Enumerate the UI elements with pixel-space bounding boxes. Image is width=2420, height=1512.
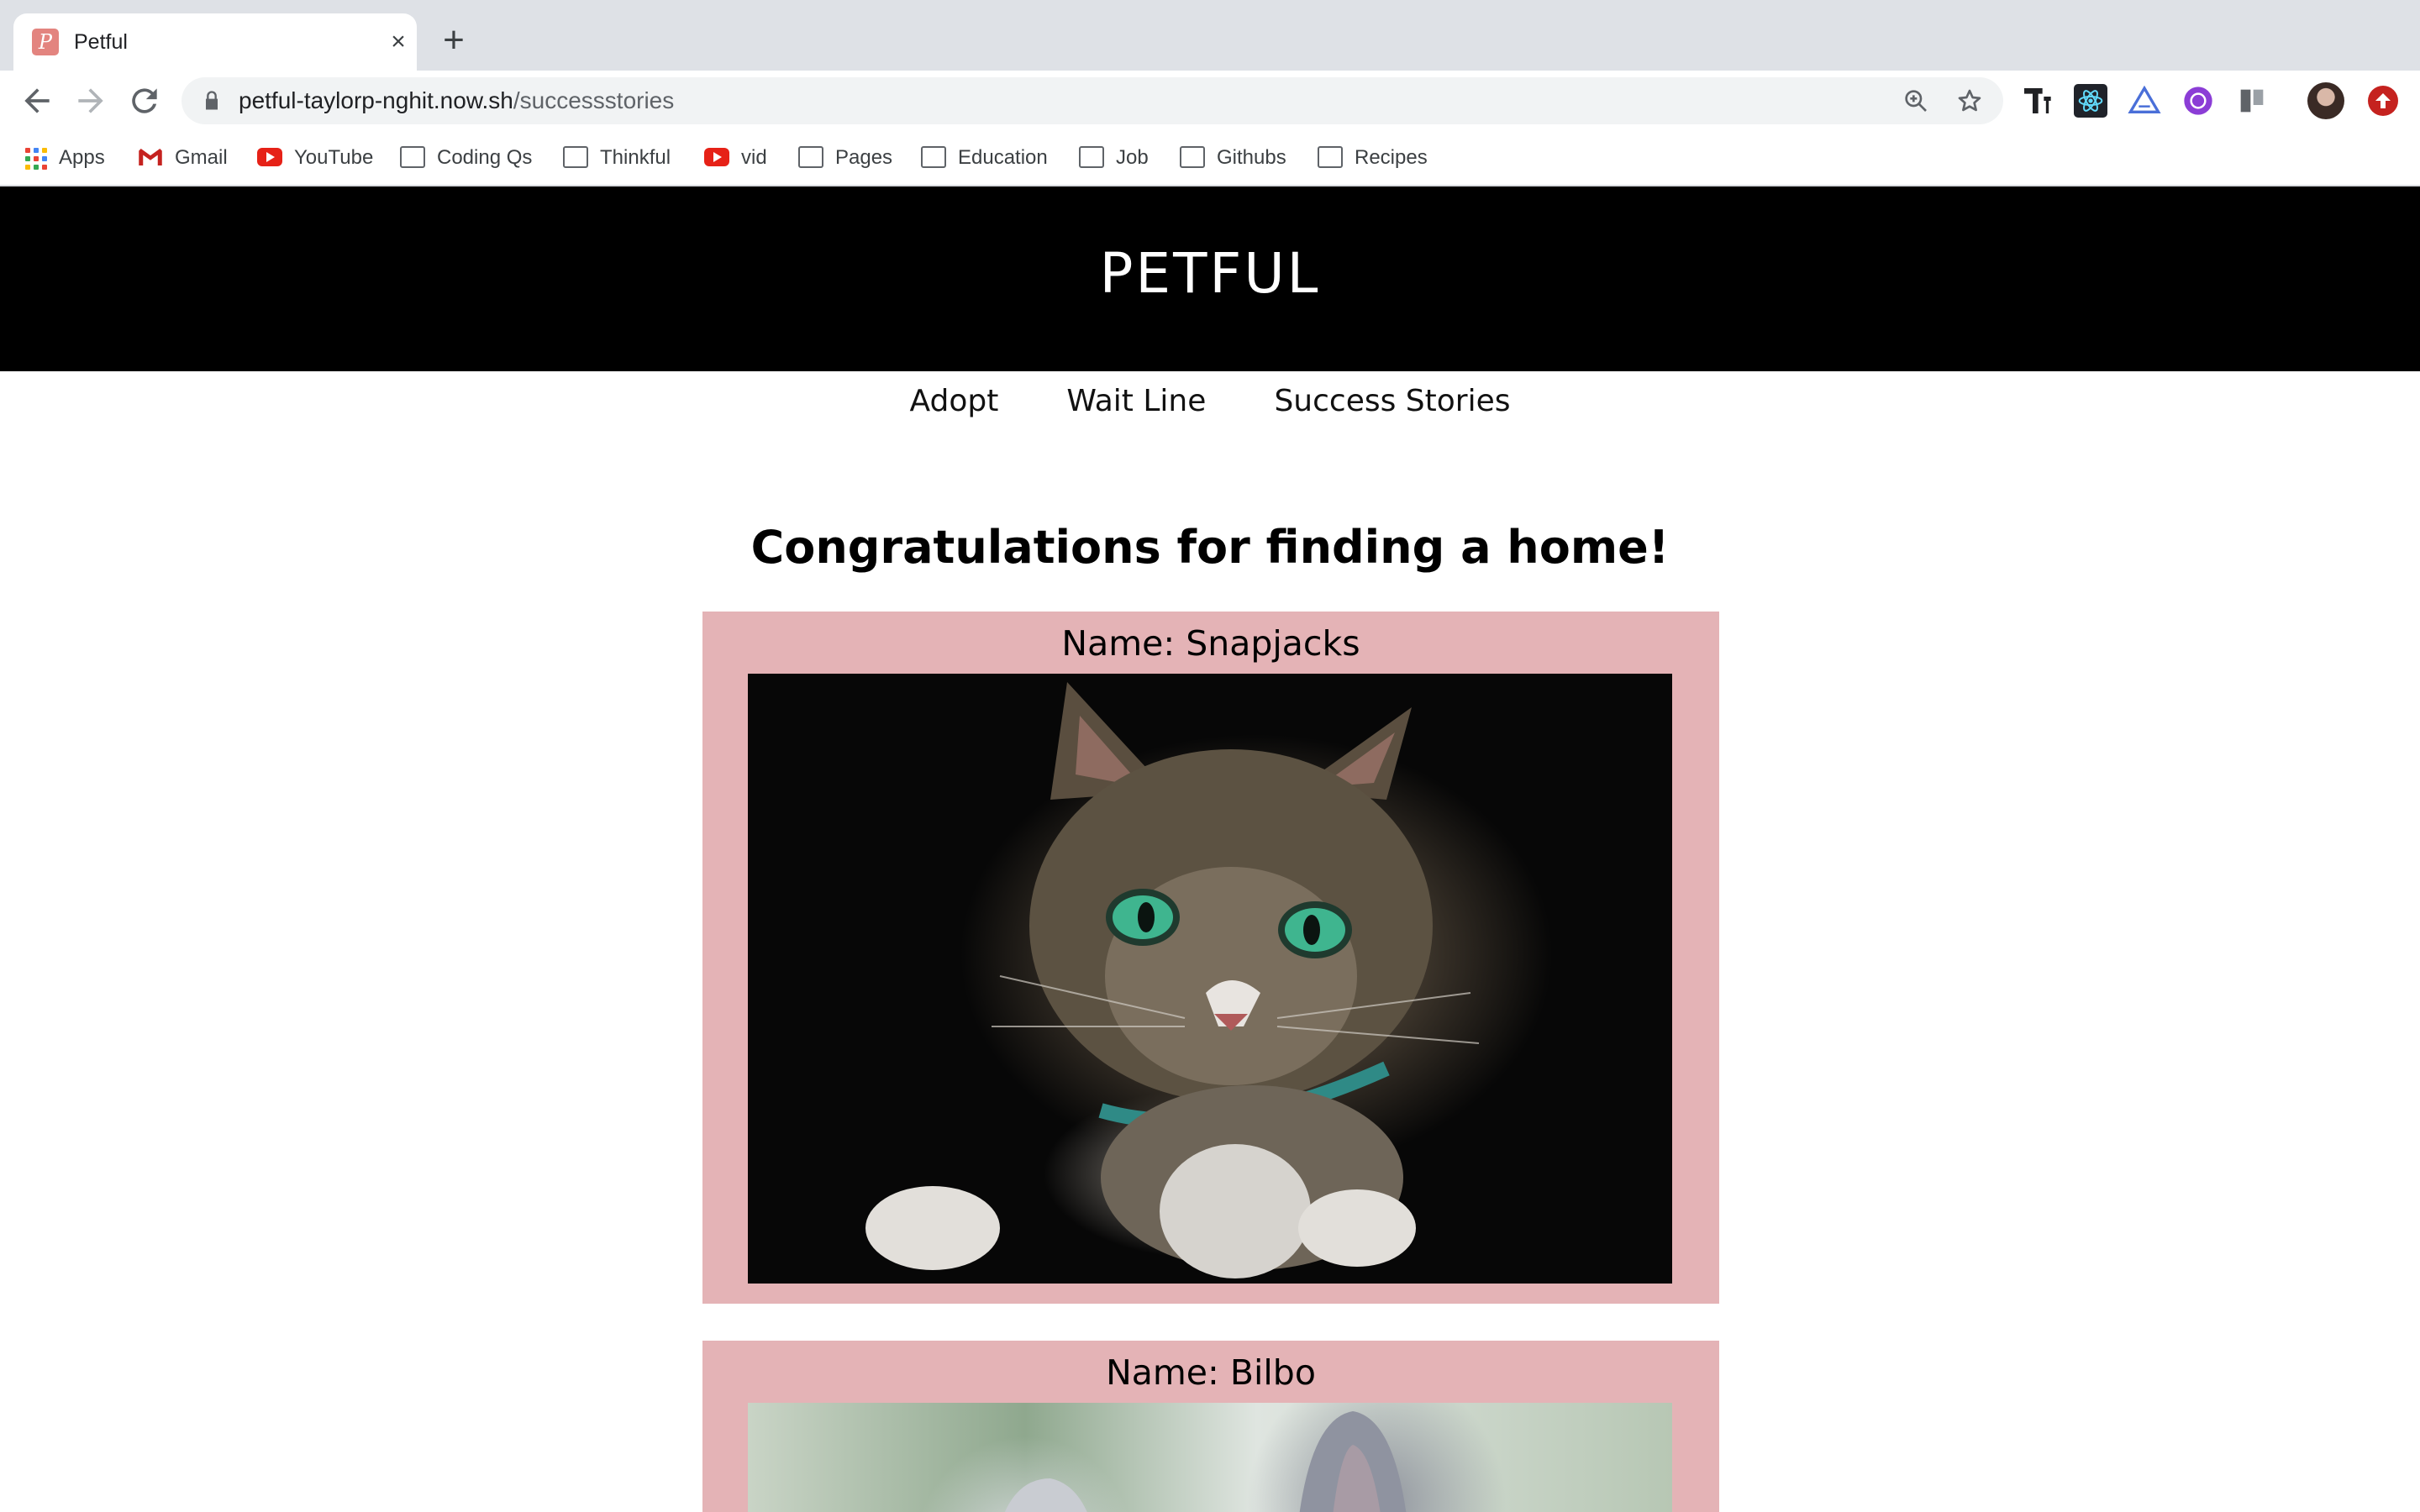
typography-extension-icon[interactable] xyxy=(2020,84,2054,118)
bookmark-job[interactable]: Job xyxy=(1079,143,1149,173)
nav-link-wait-line[interactable]: Wait Line xyxy=(1066,378,1206,425)
site-title: PETFUL xyxy=(1099,241,1321,306)
bookmark-pages[interactable]: Pages xyxy=(798,143,892,173)
pet-name: Name: Snapjacks xyxy=(1061,623,1360,664)
forward-arrow-icon[interactable] xyxy=(72,82,109,119)
petful-favicon-icon: P xyxy=(32,29,59,55)
apps-grid-icon xyxy=(25,147,47,170)
folder-icon xyxy=(1079,145,1104,168)
bookmark-star-icon[interactable] xyxy=(1956,87,1983,114)
pet-name: Name: Bilbo xyxy=(1106,1352,1316,1393)
dog-illustration xyxy=(1004,1411,1407,1512)
react-devtools-icon[interactable] xyxy=(2074,84,2107,118)
tab-title: Petful xyxy=(74,30,128,54)
pet-photo-dog xyxy=(748,1403,1672,1512)
lock-icon[interactable] xyxy=(200,89,224,113)
bookmark-manager-extension-icon[interactable] xyxy=(2235,84,2269,118)
zoom-icon[interactable] xyxy=(1902,87,1929,114)
address-bar[interactable]: petful-taylorp-nghit.now.sh/successstori… xyxy=(182,77,2003,124)
bookmark-youtube[interactable]: YouTube xyxy=(257,143,373,173)
url-text[interactable]: petful-taylorp-nghit.now.sh/successstori… xyxy=(239,86,674,116)
folder-icon xyxy=(1180,145,1205,168)
new-tab-icon[interactable]: + xyxy=(437,22,471,59)
nav-link-adopt[interactable]: Adopt xyxy=(909,378,998,425)
bookmark-vid[interactable]: vid xyxy=(704,143,767,173)
page-content: PETFUL Adopt Wait Line Success Stories C… xyxy=(0,186,2420,1512)
pet-photo-cat xyxy=(748,674,1672,1284)
cat-illustration xyxy=(865,682,1480,1278)
folder-icon xyxy=(400,145,425,168)
purple-extension-icon[interactable] xyxy=(2181,84,2215,118)
bookmark-gmail[interactable]: Gmail xyxy=(138,143,228,173)
page-heading: Congratulations for finding a home! xyxy=(750,521,1670,574)
back-arrow-icon[interactable] xyxy=(18,82,55,119)
browser-tab[interactable]: P Petful × xyxy=(13,13,417,71)
folder-icon xyxy=(798,145,823,168)
tab-strip: P Petful × + xyxy=(0,0,2420,71)
site-header: PETFUL xyxy=(0,186,2420,371)
youtube-icon xyxy=(704,147,729,166)
gmail-icon xyxy=(139,148,162,165)
youtube-icon xyxy=(257,147,282,166)
bookmark-thinkful[interactable]: Thinkful xyxy=(563,143,671,173)
bookmark-education[interactable]: Education xyxy=(921,143,1048,173)
update-arrow-icon[interactable] xyxy=(2368,86,2398,116)
bookmark-coding-qs[interactable]: Coding Qs xyxy=(400,143,532,173)
story-card: Name: Snapjacks xyxy=(702,612,1719,1304)
browser-toolbar: petful-taylorp-nghit.now.sh/successstori… xyxy=(0,71,2420,131)
bookmarks-bar: Apps Gmail YouTube Coding Qs Thinkful vi… xyxy=(0,131,2420,186)
triangle-extension-icon[interactable] xyxy=(2128,84,2161,118)
profile-avatar[interactable] xyxy=(2307,82,2344,119)
close-tab-icon[interactable]: × xyxy=(383,27,413,57)
nav-link-success-stories[interactable]: Success Stories xyxy=(1274,378,1510,425)
bookmark-recipes[interactable]: Recipes xyxy=(1318,143,1428,173)
folder-icon xyxy=(563,145,588,168)
reload-icon[interactable] xyxy=(126,82,163,119)
folder-icon xyxy=(921,145,946,168)
bookmark-apps[interactable]: Apps xyxy=(25,143,105,173)
folder-icon xyxy=(1318,145,1343,168)
story-card: Name: Bilbo xyxy=(702,1341,1719,1512)
site-nav: Adopt Wait Line Success Stories xyxy=(0,378,2420,425)
browser-chrome: P Petful × + petful-taylorp-nghit.now.sh… xyxy=(0,0,2420,186)
bookmark-githubs[interactable]: Githubs xyxy=(1180,143,1286,173)
